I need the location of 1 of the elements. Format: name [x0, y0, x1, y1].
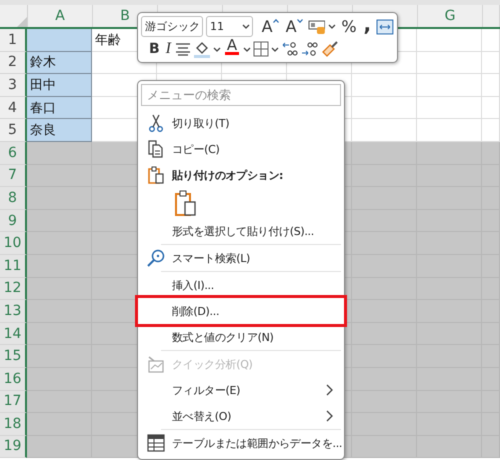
menu-heading: 貼り付けのオプション: [138, 162, 344, 188]
